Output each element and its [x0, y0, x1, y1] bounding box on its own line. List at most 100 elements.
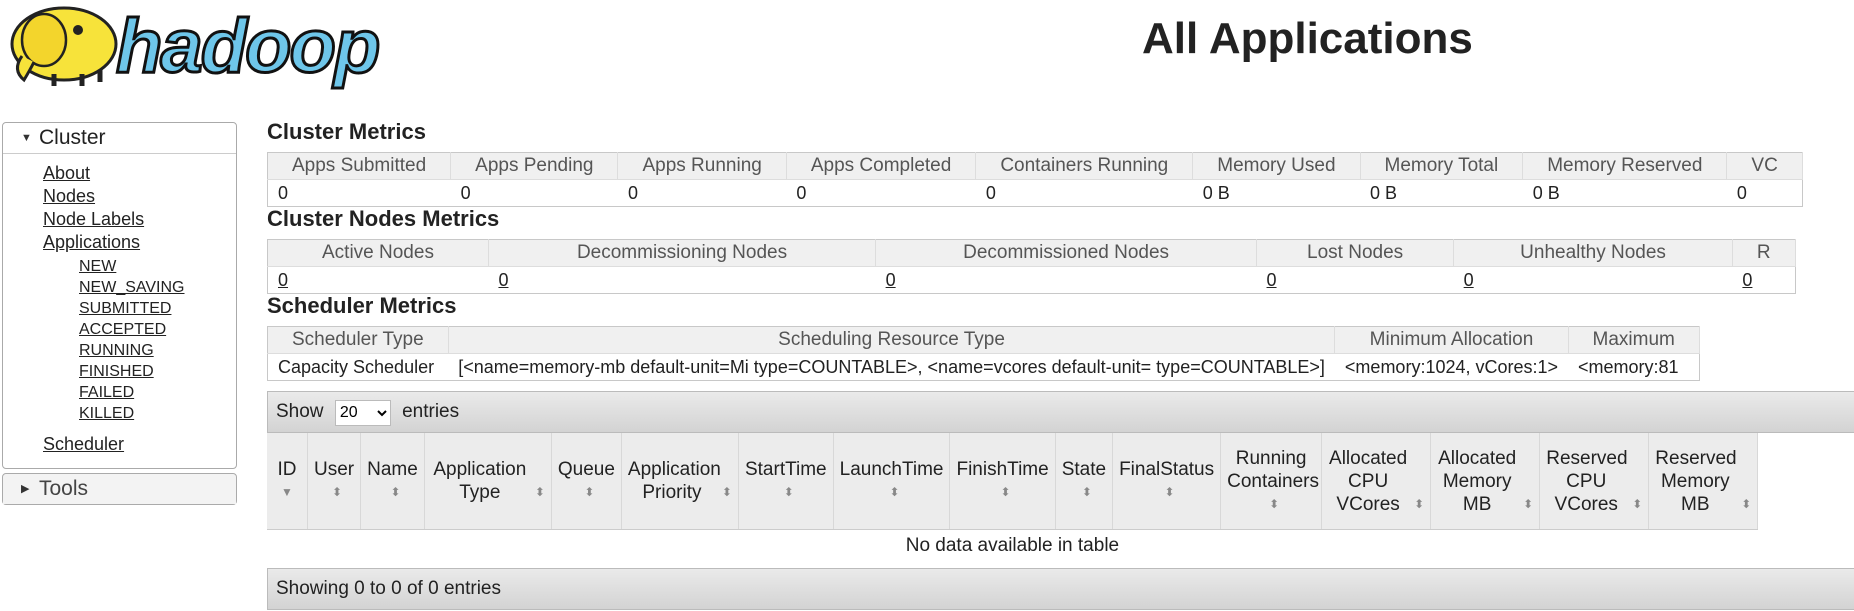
tools-panel[interactable]: ▶ Tools: [2, 473, 237, 505]
cluster-metrics-table: Apps Submitted Apps Pending Apps Running…: [267, 152, 1803, 207]
col-launchtime[interactable]: LaunchTime ⬍: [833, 433, 951, 530]
metric-header: R: [1732, 239, 1796, 267]
scheduler-metrics-table: Scheduler Type Scheduling Resource Type …: [267, 326, 1700, 381]
lost-nodes-link[interactable]: 0: [1267, 270, 1277, 290]
decommissioning-nodes-link[interactable]: 0: [498, 270, 508, 290]
active-nodes-link[interactable]: 0: [278, 270, 288, 290]
page-title: All Applications: [1142, 14, 1473, 63]
col-allocated-cpu-vcores[interactable]: Allocated CPU VCores ⬍: [1321, 433, 1432, 530]
main-content: Cluster Metrics Apps Submitted Apps Pend…: [267, 118, 1854, 610]
metric-header: Memory Reserved: [1522, 152, 1728, 180]
scheduler-type-value: Capacity Scheduler: [278, 356, 435, 377]
nav-state-submitted[interactable]: SUBMITTED: [79, 298, 236, 319]
col-queue[interactable]: Queue ⬍: [551, 433, 622, 530]
metric-value: 0: [985, 182, 996, 203]
col-user[interactable]: User ⬍: [307, 433, 362, 530]
triangle-right-icon: ▶: [21, 483, 30, 495]
nav-nodes[interactable]: Nodes: [43, 185, 236, 208]
nav-state-new[interactable]: NEW: [79, 256, 236, 277]
col-finalstatus[interactable]: FinalStatus ⬍: [1112, 433, 1222, 530]
col-running-containers[interactable]: Running Containers ⬍: [1220, 433, 1323, 530]
metric-header: Memory Total: [1360, 152, 1524, 180]
col-id[interactable]: ID ▼: [267, 433, 308, 530]
cluster-panel: ▼ Cluster About Nodes Node Labels Applic…: [2, 122, 237, 469]
app-states-list: NEW NEW_SAVING SUBMITTED ACCEPTED RUNNIN…: [79, 254, 236, 424]
col-reserved-memory-mb[interactable]: Reserved Memory MB ⬍: [1648, 433, 1759, 530]
max-allocation-value: <memory:81: [1578, 356, 1679, 377]
nav-applications[interactable]: Applications: [43, 231, 236, 254]
tools-label: Tools: [39, 477, 89, 500]
sort-icon: ⬍: [1523, 496, 1534, 511]
decommissioned-nodes-link[interactable]: 0: [886, 270, 896, 290]
col-name[interactable]: Name ⬍: [360, 433, 425, 530]
applications-table: ID ▼ User ⬍ Name ⬍ Application Type ⬍ Queue ⬍…: [267, 433, 1759, 563]
rebooted-nodes-link[interactable]: 0: [1742, 270, 1752, 290]
triangle-down-icon: ▼: [21, 132, 32, 144]
nav-node-labels[interactable]: Node Labels: [43, 208, 236, 231]
metric-header: Apps Pending: [450, 152, 619, 180]
col-allocated-memory-mb[interactable]: Allocated Memory MB ⬍: [1430, 433, 1541, 530]
cluster-label: Cluster: [39, 126, 106, 149]
nav-state-finished[interactable]: FINISHED: [79, 361, 236, 382]
metric-header: Minimum Allocation: [1334, 326, 1569, 354]
metric-value: 0: [627, 182, 638, 203]
col-application-type[interactable]: Application Type ⬍: [424, 433, 552, 530]
metric-header: Decommissioned Nodes: [875, 239, 1258, 267]
col-starttime[interactable]: StartTime ⬍: [738, 433, 834, 530]
col-reserved-cpu-vcores[interactable]: Reserved CPU VCores ⬍: [1539, 433, 1650, 530]
nav-state-accepted[interactable]: ACCEPTED: [79, 319, 236, 340]
nav-state-killed[interactable]: KILLED: [79, 403, 236, 424]
sort-icon: ⬍: [1000, 485, 1011, 499]
col-application-priority[interactable]: Application Priority ⬍: [621, 433, 739, 530]
sort-desc-icon: ▼: [281, 485, 293, 499]
empty-message: No data available in table: [905, 535, 1120, 556]
sort-icon: ⬍: [1081, 485, 1092, 499]
metric-value: 0 B: [1370, 182, 1398, 203]
nav-about[interactable]: About: [43, 162, 236, 185]
sort-icon: ⬍: [332, 485, 343, 499]
nav-scheduler[interactable]: Scheduler: [43, 433, 236, 456]
sort-icon: ⬍: [390, 485, 401, 499]
sort-icon: ⬍: [889, 485, 900, 499]
metric-value: 0: [278, 182, 289, 203]
elephant-icon: [10, 6, 118, 86]
nav-state-failed[interactable]: FAILED: [79, 382, 236, 403]
metric-header: Unhealthy Nodes: [1453, 239, 1733, 267]
sort-icon: ⬍: [1632, 496, 1643, 511]
sort-icon: ⬍: [1164, 485, 1175, 499]
cluster-panel-header[interactable]: ▼ Cluster: [3, 123, 236, 154]
metric-value: 0 B: [1532, 182, 1560, 203]
metric-header: Active Nodes: [267, 239, 489, 267]
nodes-metrics-title: Cluster Nodes Metrics: [267, 206, 500, 231]
sort-icon: ⬍: [1414, 496, 1425, 511]
entries-label: entries: [402, 401, 460, 422]
table-info-footer: Showing 0 to 0 of 0 entries: [267, 568, 1854, 610]
unhealthy-nodes-link[interactable]: 0: [1464, 270, 1474, 290]
metric-value: 0: [796, 182, 807, 203]
metric-header: Memory Used: [1192, 152, 1361, 180]
metric-header: Scheduler Type: [267, 326, 449, 354]
page-size-select[interactable]: 20: [334, 399, 391, 426]
nav-state-running[interactable]: RUNNING: [79, 340, 236, 361]
metric-value: 0 B: [1202, 182, 1230, 203]
hadoop-logo: hadoop: [10, 3, 382, 91]
table-row: No data available in table: [267, 530, 1758, 563]
metric-header: Scheduling Resource Type: [448, 326, 1336, 354]
metric-header: Decommissioning Nodes: [488, 239, 877, 267]
sidebar: ▼ Cluster About Nodes Node Labels Applic…: [2, 122, 237, 505]
sort-icon: ⬍: [1269, 496, 1280, 511]
metric-header: Maximum: [1568, 326, 1700, 354]
col-state[interactable]: State ⬍: [1055, 433, 1114, 530]
show-label: Show: [276, 401, 324, 422]
resource-type-value: [<name=memory-mb default-unit=Mi type=CO…: [458, 356, 1325, 377]
scheduler-metrics-title: Scheduler Metrics: [267, 293, 457, 318]
metric-header: Containers Running: [975, 152, 1194, 180]
metric-header: Apps Completed: [786, 152, 977, 180]
table-length-bar: Show 20 entries: [267, 391, 1854, 433]
nav-state-new-saving[interactable]: NEW_SAVING: [79, 277, 236, 298]
metric-header: Apps Running: [617, 152, 787, 180]
metric-header: Lost Nodes: [1256, 239, 1455, 267]
metric-header: Apps Submitted: [267, 152, 452, 180]
col-finishtime[interactable]: FinishTime ⬍: [949, 433, 1056, 530]
sort-icon: ⬍: [534, 485, 545, 499]
